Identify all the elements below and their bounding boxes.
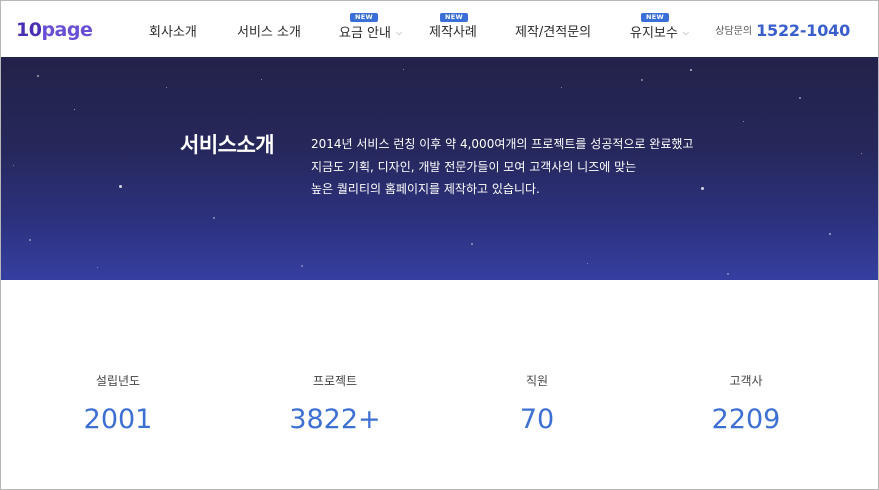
stat-projects: 프로젝트 3822+: [255, 372, 415, 436]
logo-number: 10: [16, 19, 42, 41]
nav-label: 요금 안내: [339, 26, 391, 41]
star: [727, 273, 729, 275]
stat-label: 설립년도: [95, 374, 141, 388]
star: [37, 75, 39, 77]
contact-phone[interactable]: 1522-1040: [756, 21, 850, 40]
star: [799, 97, 801, 99]
star: [74, 109, 75, 110]
nav-item-service[interactable]: 서비스 소개: [237, 24, 301, 42]
star: [119, 185, 122, 188]
contact-info[interactable]: 상담문의 1522-1040: [715, 21, 850, 40]
star: [97, 267, 98, 268]
stat-employees: 직원 70: [457, 372, 617, 436]
star: [471, 243, 473, 245]
star: [13, 165, 14, 166]
star: [29, 239, 31, 241]
stat-value: 2209: [711, 404, 781, 435]
nav-item-inquiry[interactable]: 제작/견적문의: [515, 24, 591, 42]
new-badge: NEW: [641, 13, 669, 22]
nav-label: 서비스 소개: [237, 25, 301, 40]
stat-value: 3822+: [289, 404, 381, 435]
nav-item-pricing[interactable]: 요금 안내 ⌵: [339, 24, 402, 42]
stat-value: 2001: [83, 404, 153, 435]
star: [861, 153, 862, 154]
star: [641, 79, 643, 81]
stat-value: 70: [519, 404, 555, 435]
hero-banner: 서비스소개 2014년 서비스 런칭 이후 약 4,000여개의 프로젝트를 성…: [1, 57, 878, 280]
stats-section: 설립년도 2001 프로젝트 3822+ 직원 70 고객사 2209: [1, 280, 878, 489]
hero-description: 2014년 서비스 런칭 이후 약 4,000여개의 프로젝트를 성공적으로 완…: [311, 133, 711, 201]
nav-label: 제작사례: [429, 25, 477, 40]
hero-title: 서비스소개: [180, 133, 275, 157]
hero-line: 2014년 서비스 런칭 이후 약 4,000여개의 프로젝트를 성공적으로 완…: [311, 137, 694, 151]
star: [587, 263, 588, 264]
contact-label: 상담문의: [715, 26, 753, 37]
nav-item-maintenance[interactable]: 유지보수 ⌵: [630, 24, 689, 42]
stat-label: 프로젝트: [312, 374, 358, 388]
star: [166, 87, 167, 88]
nav-item-portfolio[interactable]: 제작사례: [429, 24, 477, 42]
star: [213, 217, 215, 219]
stat-clients: 고객사 2209: [666, 372, 826, 436]
nav-label: 회사소개: [149, 25, 197, 40]
stat-founded: 설립년도 2001: [38, 372, 198, 436]
nav-label: 유지보수: [630, 26, 678, 41]
star: [261, 79, 262, 80]
hero-line: 높은 퀄리티의 홈페이지를 제작하고 있습니다.: [311, 182, 540, 196]
star: [301, 265, 303, 267]
nav-item-company[interactable]: 회사소개: [149, 24, 197, 42]
star: [690, 69, 692, 71]
page-frame: 10page 회사소개 서비스 소개 NEW 요금 안내 ⌵ NEW 제작사례 제…: [0, 0, 879, 490]
star: [403, 69, 404, 70]
star: [561, 87, 562, 88]
stat-label: 고객사: [729, 374, 763, 388]
stat-label: 직원: [525, 374, 549, 388]
star: [743, 121, 744, 122]
chevron-down-icon: ⌵: [682, 28, 689, 37]
new-badge: NEW: [350, 13, 378, 22]
site-header: 10page 회사소개 서비스 소개 NEW 요금 안내 ⌵ NEW 제작사례 제…: [1, 1, 878, 57]
logo[interactable]: 10page: [16, 19, 93, 41]
new-badge: NEW: [440, 13, 468, 22]
logo-word: page: [41, 19, 93, 41]
chevron-down-icon: ⌵: [395, 28, 403, 37]
hero-line: 지금도 기획, 디자인, 개발 전문가들이 모여 고객사의 니즈에 맞는: [311, 159, 637, 174]
nav-label: 제작/견적문의: [515, 25, 592, 40]
star: [829, 233, 831, 235]
